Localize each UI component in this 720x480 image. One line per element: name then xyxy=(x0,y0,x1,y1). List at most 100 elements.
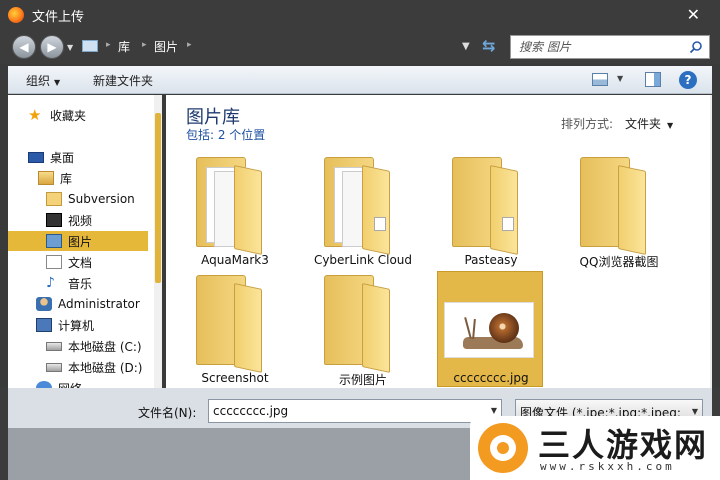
close-button[interactable]: ✕ xyxy=(687,5,700,25)
video-icon xyxy=(46,213,62,227)
folder-icon xyxy=(580,157,648,255)
nav-label: Subversion xyxy=(68,192,135,206)
breadcrumb-separator-icon[interactable]: ▸ xyxy=(142,40,147,50)
nav-item-music[interactable]: ♪ 音乐 xyxy=(46,273,162,293)
nav-label: Administrator xyxy=(58,297,140,311)
folder-item[interactable]: AquaMark3 xyxy=(182,153,288,269)
nav-label: 文档 xyxy=(68,255,93,270)
address-dropdown-icon[interactable]: ▼ xyxy=(462,41,470,52)
nav-scrollbar[interactable] xyxy=(154,95,162,388)
folder-icon xyxy=(196,275,264,373)
history-dropdown-icon[interactable]: ▼ xyxy=(67,43,73,52)
nav-label: 本地磁盘 (C:) xyxy=(68,339,142,354)
folder-icon xyxy=(196,157,264,255)
chevron-down-icon: ▼ xyxy=(54,78,61,87)
chevron-down-icon: ▼ xyxy=(691,407,698,416)
help-icon[interactable]: ? xyxy=(679,71,697,89)
library-icon xyxy=(38,171,54,185)
nav-item-drive-d[interactable]: 本地磁盘 (D:) xyxy=(46,357,162,377)
folder-icon xyxy=(452,157,520,255)
nav-label: 音乐 xyxy=(68,276,93,291)
back-button[interactable]: ◀ xyxy=(12,35,36,59)
folder-item[interactable]: Screenshot xyxy=(182,271,288,387)
filename-input[interactable] xyxy=(213,404,473,418)
nav-item-documents[interactable]: 文档 xyxy=(46,252,162,272)
nav-label: 图片 xyxy=(68,234,93,249)
nav-item-drive-c[interactable]: 本地磁盘 (C:) xyxy=(46,336,162,356)
address-bar: ◀ ▶ ▼ ▸ 库 ▸ 图片 ▸ ▼ ⇆ xyxy=(0,30,720,64)
item-label: cccccccc.jpg xyxy=(453,371,529,385)
nav-item-network[interactable]: 网络 xyxy=(36,378,162,388)
nav-item-subversion[interactable]: Subversion xyxy=(46,189,162,209)
picture-icon xyxy=(46,234,62,248)
search-box[interactable] xyxy=(510,35,710,59)
refresh-icon[interactable]: ⇆ xyxy=(482,36,495,55)
item-label: QQ浏览器截图 xyxy=(579,255,659,269)
new-folder-button[interactable]: 新建文件夹 xyxy=(93,72,153,89)
document-icon xyxy=(46,255,62,269)
sort-dropdown[interactable]: 文件夹 ▼ xyxy=(625,115,673,132)
sort-label: 排列方式: xyxy=(561,117,614,131)
nav-label: 库 xyxy=(60,171,73,186)
breadcrumb-pictures[interactable]: 图片 xyxy=(154,38,178,55)
item-label: 示例图片 xyxy=(338,373,387,387)
preview-pane-icon[interactable] xyxy=(645,72,661,87)
nav-label: 本地磁盘 (D:) xyxy=(68,360,143,375)
file-list: 图片库 包括: 2 个位置 排列方式: 文件夹 ▼ AquaMark3 Cyber… xyxy=(166,95,712,388)
nav-item-favorites[interactable]: ★ 收藏夹 xyxy=(28,105,162,125)
subversion-folder-icon xyxy=(46,192,62,206)
search-input[interactable] xyxy=(519,37,689,57)
content-scrollbar[interactable] xyxy=(710,95,712,388)
organize-button[interactable]: 组织 ▼ xyxy=(26,72,60,89)
image-file-item[interactable]: cccccccc.jpg xyxy=(437,271,543,387)
breadcrumb-library[interactable]: 库 xyxy=(118,38,130,55)
nav-label: 网络 xyxy=(58,380,82,389)
nav-item-computer[interactable]: 计算机 xyxy=(36,315,162,335)
item-label: Screenshot xyxy=(201,371,269,385)
view-dropdown-icon[interactable]: ▼ xyxy=(617,74,623,83)
user-icon xyxy=(36,297,52,311)
library-locations-link[interactable]: 包括: 2 个位置 xyxy=(186,126,265,143)
breadcrumb-separator-icon[interactable]: ▸ xyxy=(106,40,111,50)
network-icon xyxy=(36,381,52,388)
organize-label: 组织 xyxy=(26,74,51,88)
firefox-icon xyxy=(8,7,24,23)
hard-drive-icon xyxy=(46,362,62,372)
hard-drive-icon xyxy=(46,341,62,351)
filename-combobox[interactable]: ▼ xyxy=(208,399,502,423)
desktop-icon xyxy=(28,151,44,163)
nav-item-videos[interactable]: 视频 xyxy=(46,210,162,230)
item-label: Pasteasy xyxy=(464,253,518,267)
arrow-right-icon: ▶ xyxy=(47,40,57,54)
folder-item[interactable]: Pasteasy xyxy=(438,153,544,269)
folder-item[interactable]: QQ浏览器截图 xyxy=(566,153,672,269)
nav-item-pictures[interactable]: 图片 xyxy=(8,231,148,251)
folder-item[interactable]: CyberLink Cloud xyxy=(310,153,416,269)
nav-label: 视频 xyxy=(68,213,93,228)
chevron-down-icon[interactable]: ▼ xyxy=(491,406,497,415)
item-label: CyberLink Cloud xyxy=(313,253,413,267)
library-path-icon xyxy=(82,40,98,52)
folder-item[interactable]: 示例图片 xyxy=(310,271,416,387)
nav-item-desktop[interactable]: 桌面 xyxy=(28,147,162,167)
folder-icon xyxy=(324,157,392,255)
nav-item-administrator[interactable]: Administrator xyxy=(36,294,162,314)
navigation-pane: ★ 收藏夹 桌面 库 Subversion 视频 图片 文档 ♪ 音乐 Admini… xyxy=(8,95,162,388)
music-icon: ♪ xyxy=(46,275,55,291)
nav-label: 计算机 xyxy=(58,318,95,333)
view-options-icon[interactable] xyxy=(592,73,608,86)
breadcrumb-separator-icon[interactable]: ▸ xyxy=(187,40,192,50)
chevron-down-icon: ▼ xyxy=(667,121,674,130)
sort-value: 文件夹 xyxy=(625,117,662,131)
toolbar: 组织 ▼ 新建文件夹 ▼ ? xyxy=(8,66,712,94)
star-icon: ★ xyxy=(28,106,42,124)
nav-label: 收藏夹 xyxy=(50,108,87,123)
nav-scrollbar-thumb[interactable] xyxy=(155,113,161,283)
nav-item-libraries[interactable]: 库 xyxy=(38,168,162,188)
watermark-logo-icon xyxy=(478,423,528,473)
computer-icon xyxy=(36,318,52,332)
search-icon[interactable] xyxy=(689,40,703,54)
forward-button[interactable]: ▶ xyxy=(40,35,64,59)
item-label: AquaMark3 xyxy=(201,253,269,267)
watermark: 三人游戏网 www.rskxxh.com xyxy=(470,416,720,480)
